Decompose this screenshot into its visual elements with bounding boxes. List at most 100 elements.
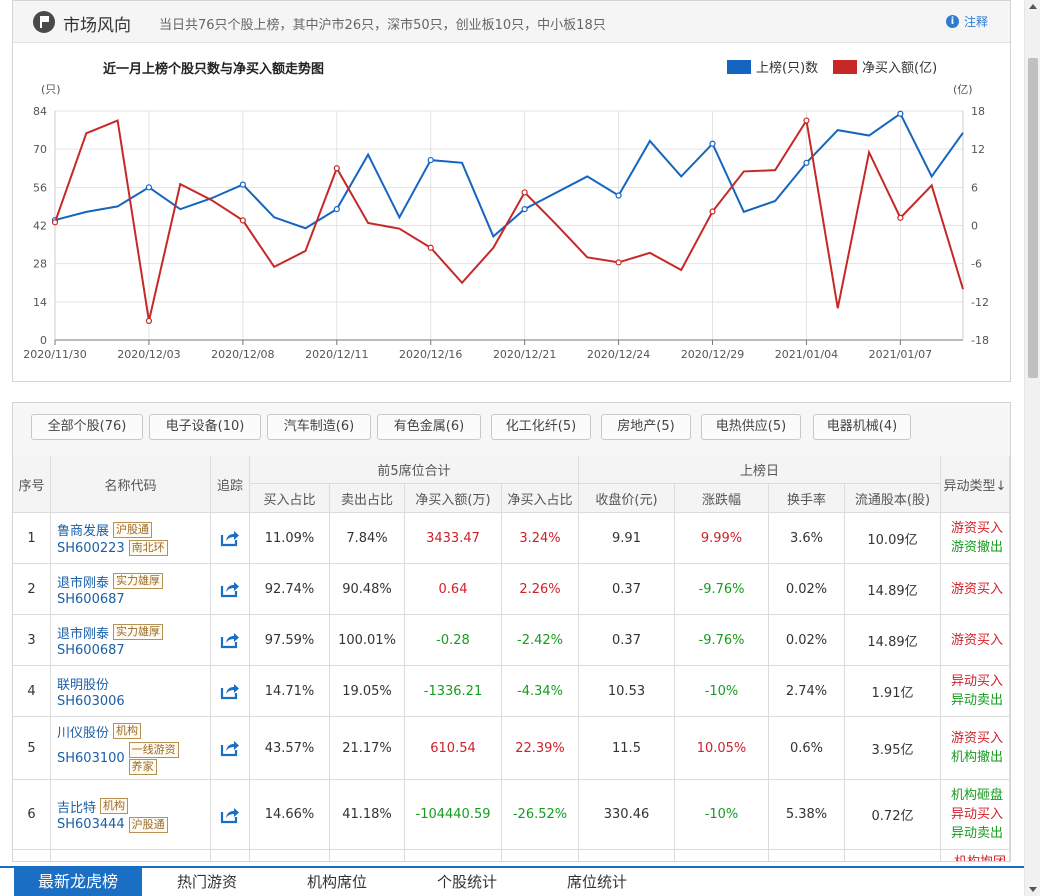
stock-tag[interactable]: 一线游资 <box>128 741 179 758</box>
left-tick-label: 0 <box>40 334 47 347</box>
x-tick-label: 2020/12/08 <box>211 348 274 361</box>
stock-tag[interactable]: 机构 <box>100 798 129 814</box>
row-change: -9.76% <box>675 564 769 615</box>
stock-code-link[interactable]: SH600223 <box>57 541 125 556</box>
row-buy-ratio: 97.59% <box>250 615 330 666</box>
filter-tab[interactable]: 全部个股(76) <box>31 414 143 440</box>
row-name-cell[interactable]: 联明股份 SH603006 <box>51 666 211 717</box>
stock-code-link[interactable]: SH600687 <box>57 592 125 607</box>
row-sell-ratio: 19.05% <box>330 666 405 717</box>
stock-name-link[interactable]: 联明股份 <box>57 674 109 693</box>
count-series-point <box>709 140 716 147</box>
netbuy-series-point <box>427 244 434 251</box>
stock-tag[interactable]: 养家 <box>128 758 157 775</box>
row-track-cell[interactable] <box>211 564 250 615</box>
row-track-cell[interactable] <box>211 666 250 717</box>
stock-name-link[interactable]: 退市刚泰 <box>57 572 109 591</box>
share-icon[interactable] <box>220 580 240 598</box>
netbuy-series-point <box>615 259 622 266</box>
filter-tab[interactable]: 有色金属(6) <box>377 414 481 440</box>
stock-tag[interactable]: 沪股通 <box>113 521 153 538</box>
row-name-cell[interactable]: 退市刚泰 实力雄厚 SH600687 <box>51 564 211 615</box>
stock-code-link[interactable]: SH600687 <box>57 643 125 658</box>
stock-tag[interactable]: 实力雄厚 <box>113 624 164 640</box>
stock-name-link[interactable]: 鲁商发展 <box>57 520 109 539</box>
row-name-wrap: 退市刚泰 实力雄厚 SH600687 <box>57 623 164 658</box>
row-sell-ratio: 21.17% <box>330 717 405 780</box>
header-anomaly-type[interactable]: 异动类型↓ <box>941 456 1010 513</box>
row-name-cell[interactable]: 鲁商发展 沪股通 SH600223 南北环 <box>51 513 211 564</box>
scroll-down-arrow-icon[interactable] <box>1029 887 1037 892</box>
subheader-cell: 买入占比 <box>250 484 330 513</box>
x-tick-label: 2020/12/29 <box>681 348 744 361</box>
filter-tab[interactable]: 房地产(5) <box>601 414 691 440</box>
row-name-cell[interactable]: 吉比特 机构 SH603444 沪股通 <box>51 780 211 850</box>
share-icon[interactable] <box>220 806 240 824</box>
row-net-ratio: 2.26% <box>502 564 579 615</box>
stock-code-link[interactable]: SH603444 <box>57 817 125 832</box>
share-icon[interactable] <box>220 682 240 700</box>
row-code-line: SH603444 沪股通 <box>57 816 168 833</box>
stock-tag[interactable]: 机构 <box>113 723 142 739</box>
filter-tab[interactable]: 汽车制造(6) <box>267 414 371 440</box>
row-net-ratio: 3.24% <box>502 513 579 564</box>
stock-name-link[interactable]: 川仪股份 <box>57 722 109 741</box>
row-turnover: 0.02% <box>769 615 845 666</box>
row-sell-ratio: 7.84% <box>330 513 405 564</box>
scroll-thumb[interactable] <box>1028 58 1038 378</box>
header-top5-seats: 前5席位合计 <box>250 456 579 484</box>
row-close-price: 0.37 <box>579 615 675 666</box>
row-net-buy: -0.28 <box>405 615 502 666</box>
stock-code-link[interactable]: SH603006 <box>57 694 125 709</box>
stock-code-link[interactable]: SH603100 <box>57 751 125 766</box>
row-anomaly-types: 游资买入 <box>941 564 1010 615</box>
bottom-nav-tab[interactable]: 热门游资 <box>142 868 272 896</box>
row-seq: 6 <box>13 780 51 850</box>
stock-tag[interactable]: 沪股通 <box>128 816 168 833</box>
stock-tag[interactable]: 南北环 <box>128 540 168 556</box>
filter-tab[interactable]: 电器机械(4) <box>813 414 911 440</box>
share-icon[interactable] <box>220 529 240 547</box>
trend-chart: 近一月上榜个股只数与净买入额走势图 上榜(只)数 净买入额(亿) (只) (亿) 84 18… <box>23 60 989 361</box>
stock-name-link[interactable]: 吉比特 <box>57 797 96 816</box>
filter-tabs: 全部个股(76) 电子设备(10) 汽车制造(6) 有色金属(6) 化工化纤(5) 房地产… <box>13 403 1010 456</box>
netbuy-series-point <box>521 189 528 196</box>
filter-tab[interactable]: 化工化纤(5) <box>491 414 591 440</box>
bottom-nav-tab[interactable]: 席位统计 <box>532 868 662 896</box>
partial-row-cell <box>769 850 845 861</box>
row-sell-ratio: 100.01% <box>330 615 405 666</box>
bottom-nav-tab[interactable]: 个股统计 <box>402 868 532 896</box>
row-track-cell[interactable] <box>211 513 250 564</box>
row-track-cell[interactable] <box>211 717 250 780</box>
row-net-ratio: -26.52% <box>502 780 579 850</box>
stock-tag[interactable]: 实力雄厚 <box>113 573 164 589</box>
stock-name-link[interactable]: 退市刚泰 <box>57 623 109 642</box>
panel-title: 市场风向 <box>63 16 131 36</box>
market-summary: 当日共76只个股上榜，其中沪市26只，深市50只，创业板10只，中小板18只 <box>159 18 606 33</box>
row-name-cell[interactable]: 退市刚泰 实力雄厚 SH600687 <box>51 615 211 666</box>
netbuy-series-point <box>709 208 716 215</box>
share-icon[interactable] <box>220 631 240 649</box>
scrollbar[interactable] <box>1024 0 1040 896</box>
x-tick-label: 2021/01/07 <box>869 348 932 361</box>
x-tick-label: 2020/12/21 <box>493 348 556 361</box>
bottom-nav-tab[interactable]: 机构席位 <box>272 868 402 896</box>
row-close-price: 11.5 <box>579 717 675 780</box>
row-float-cap: 14.89亿 <box>845 564 941 615</box>
legend-swatch-netbuy <box>833 60 857 74</box>
anomaly-type-label: 异动卖出 <box>951 826 1004 841</box>
share-icon[interactable] <box>220 739 240 757</box>
note-link[interactable]: i 注释 <box>945 13 988 30</box>
row-name-cell[interactable]: 川仪股份 机构 SH603100 一线游资 养家 <box>51 717 211 780</box>
bottom-nav-tab[interactable]: 最新龙虎榜 <box>14 868 142 896</box>
row-track-cell[interactable] <box>211 615 250 666</box>
row-net-buy: 3433.47 <box>405 513 502 564</box>
filter-tab[interactable]: 电热供应(5) <box>701 414 801 440</box>
partial-row-cell <box>405 850 502 861</box>
row-track-cell[interactable] <box>211 780 250 850</box>
row-anomaly-types: 异动买入 异动卖出 <box>941 666 1010 717</box>
row-turnover: 3.6% <box>769 513 845 564</box>
filter-tab[interactable]: 电子设备(10) <box>149 414 261 440</box>
header-listing-day: 上榜日 <box>579 456 941 484</box>
scroll-up-arrow-icon[interactable] <box>1029 4 1037 9</box>
